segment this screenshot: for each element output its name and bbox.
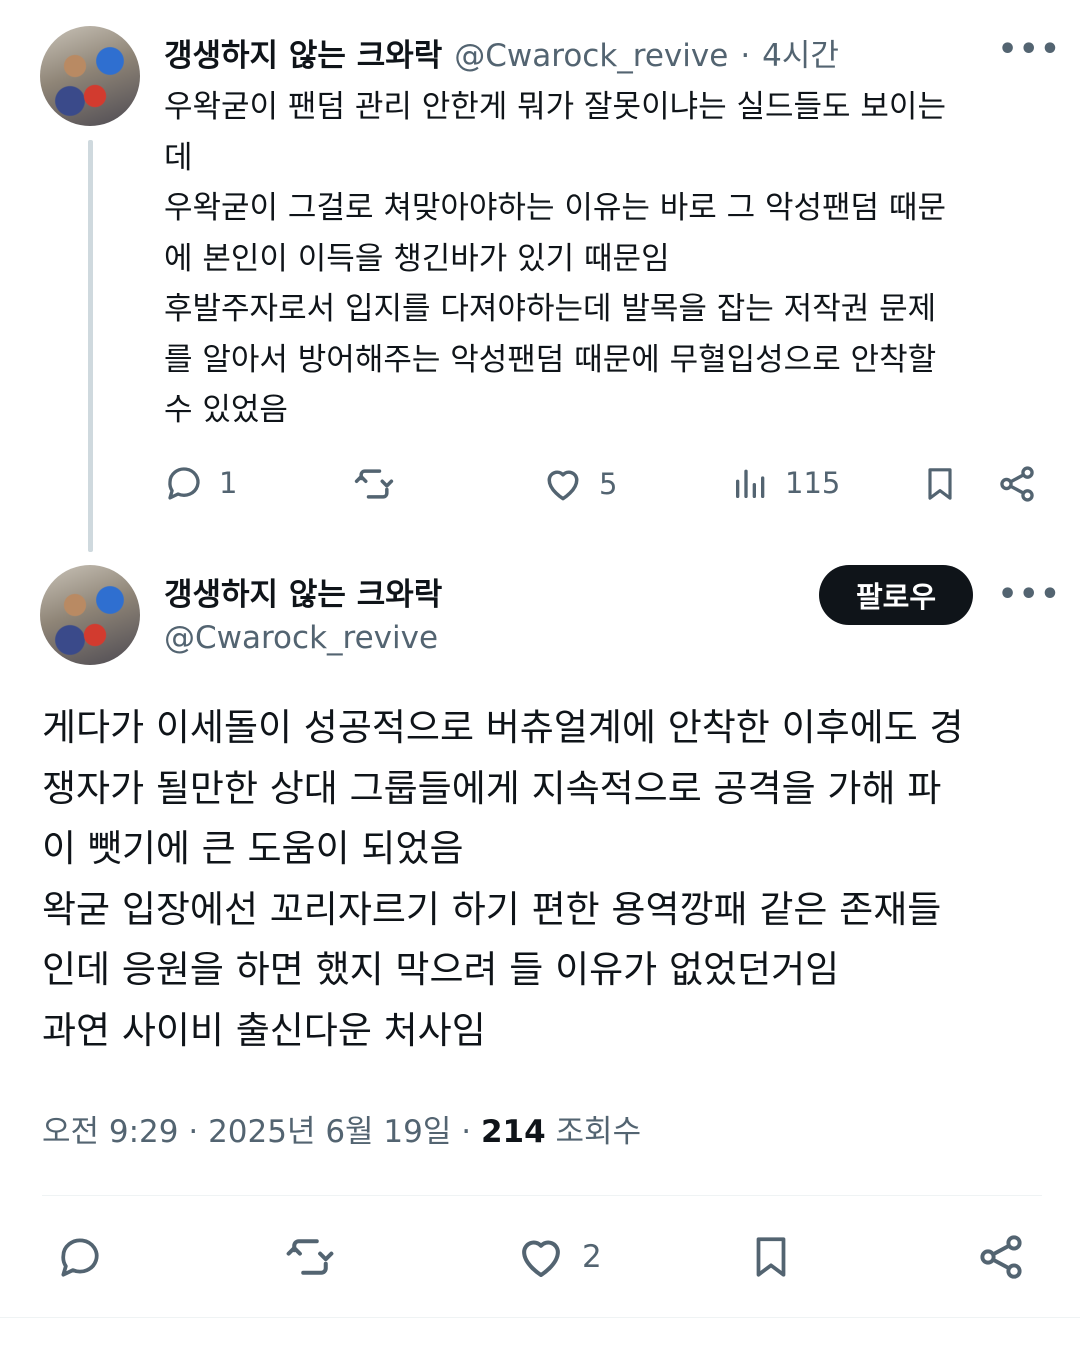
retweet-button[interactable] <box>352 462 396 506</box>
thread-line <box>88 140 93 552</box>
like-count: 2 <box>582 1239 602 1275</box>
share-button[interactable] <box>996 462 1038 506</box>
reply-button[interactable] <box>55 1232 105 1282</box>
tweet-text-line: 수 있었음 <box>164 392 288 428</box>
tweet-text-line: 게다가 이세돌이 성공적으로 버츄얼계에 안착한 이후에도 경 <box>42 706 964 749</box>
tweet-text-line: 이 뺏기에 큰 도움이 되었음 <box>42 827 464 870</box>
follow-button[interactable]: 팔로우 <box>819 565 973 625</box>
more-icon[interactable]: ••• <box>998 32 1062 67</box>
reply-icon <box>168 467 200 500</box>
like-button[interactable]: 5 <box>541 462 617 506</box>
timestamp-text: 오전 9:29 · 2025년 6월 19일 · <box>42 1114 481 1150</box>
avatar[interactable] <box>40 565 140 665</box>
display-name[interactable]: 갱생하지 않는 크와락 <box>164 569 442 614</box>
views-icon <box>736 469 765 498</box>
separator: · <box>740 38 751 74</box>
views-button[interactable]: 115 <box>731 462 840 504</box>
views-label: 조회수 <box>545 1114 642 1150</box>
tweet-text-line: 왁굳 입장에선 꼬리자르기 하기 편한 용역깡패 같은 존재들 <box>42 887 942 931</box>
like-button[interactable]: 2 <box>514 1230 602 1284</box>
tweet-header: 갱생하지 않는 크와락 @Cwarock_revive · 4시간 <box>164 30 839 75</box>
relative-time[interactable]: 4시간 <box>762 30 839 75</box>
avatar[interactable] <box>40 26 140 126</box>
reply-icon <box>61 1238 99 1277</box>
reply-button[interactable]: 1 <box>163 462 237 504</box>
bookmark-button[interactable] <box>746 1230 796 1284</box>
bookmark-button[interactable] <box>920 462 960 506</box>
share-button[interactable] <box>975 1230 1027 1284</box>
tweet-text-line: 우왁굳이 그걸로 쳐맞아야하는 이유는 바로 그 악성팬덤 때문 <box>164 190 946 226</box>
divider <box>42 1195 1042 1196</box>
bookmark-icon <box>756 1237 786 1277</box>
tweet-text-line: 과연 사이비 출신다운 처사임 <box>42 1008 486 1052</box>
retweet-icon <box>354 469 394 499</box>
tweet-text-line: 후발주자로서 입지를 다져야하는데 발목을 잡는 저작권 문제 <box>164 291 937 327</box>
views-number: 214 <box>480 1114 546 1150</box>
handle[interactable]: @Cwarock_revive <box>164 620 438 656</box>
views-count: 115 <box>785 466 841 500</box>
tweet-text-line: 인데 응원을 하면 했지 막으려 들 이유가 없었던거임 <box>42 948 840 991</box>
tweet-text-line: 데 <box>164 139 193 176</box>
tweet-text-line: 에 본인이 이득을 챙긴바가 있기 때문임 <box>164 240 670 277</box>
tweet-text-line: 우왁굳이 팬덤 관리 안한게 뭐가 잘못이냐는 실드들도 보이는 <box>164 89 946 125</box>
tweet-timestamp[interactable]: 오전 9:29 · 2025년 6월 19일 · 214 조회수 <box>42 1106 641 1151</box>
tweet-text: 게다가 이세돌이 성공적으로 버츄얼계에 안착한 이후에도 경 쟁자가 될만한 … <box>42 698 1042 1061</box>
heart-icon <box>547 470 579 501</box>
retweet-icon <box>286 1239 334 1275</box>
more-icon[interactable]: ••• <box>998 577 1062 612</box>
reply-count: 1 <box>219 466 238 500</box>
retweet-button[interactable] <box>283 1230 337 1284</box>
share-icon <box>980 1235 1022 1279</box>
bookmark-icon <box>928 468 952 500</box>
like-count: 5 <box>599 467 618 501</box>
handle[interactable]: @Cwarock_revive <box>454 38 728 74</box>
display-name[interactable]: 갱생하지 않는 크와락 <box>164 30 442 75</box>
tweet-text: 우왁굳이 팬덤 관리 안한게 뭐가 잘못이냐는 실드들도 보이는 데 우왁굳이 … <box>164 82 1054 436</box>
tweet-text-line: 를 알아서 방어해주는 악성팬덤 때문에 무혈입성으로 안착할 <box>164 341 937 378</box>
heart-icon <box>522 1240 560 1278</box>
tweet-text-line: 쟁자가 될만한 상대 그룹들에게 지속적으로 공격을 가해 파 <box>42 766 942 810</box>
divider <box>0 1317 1080 1318</box>
share-icon <box>1000 466 1034 502</box>
